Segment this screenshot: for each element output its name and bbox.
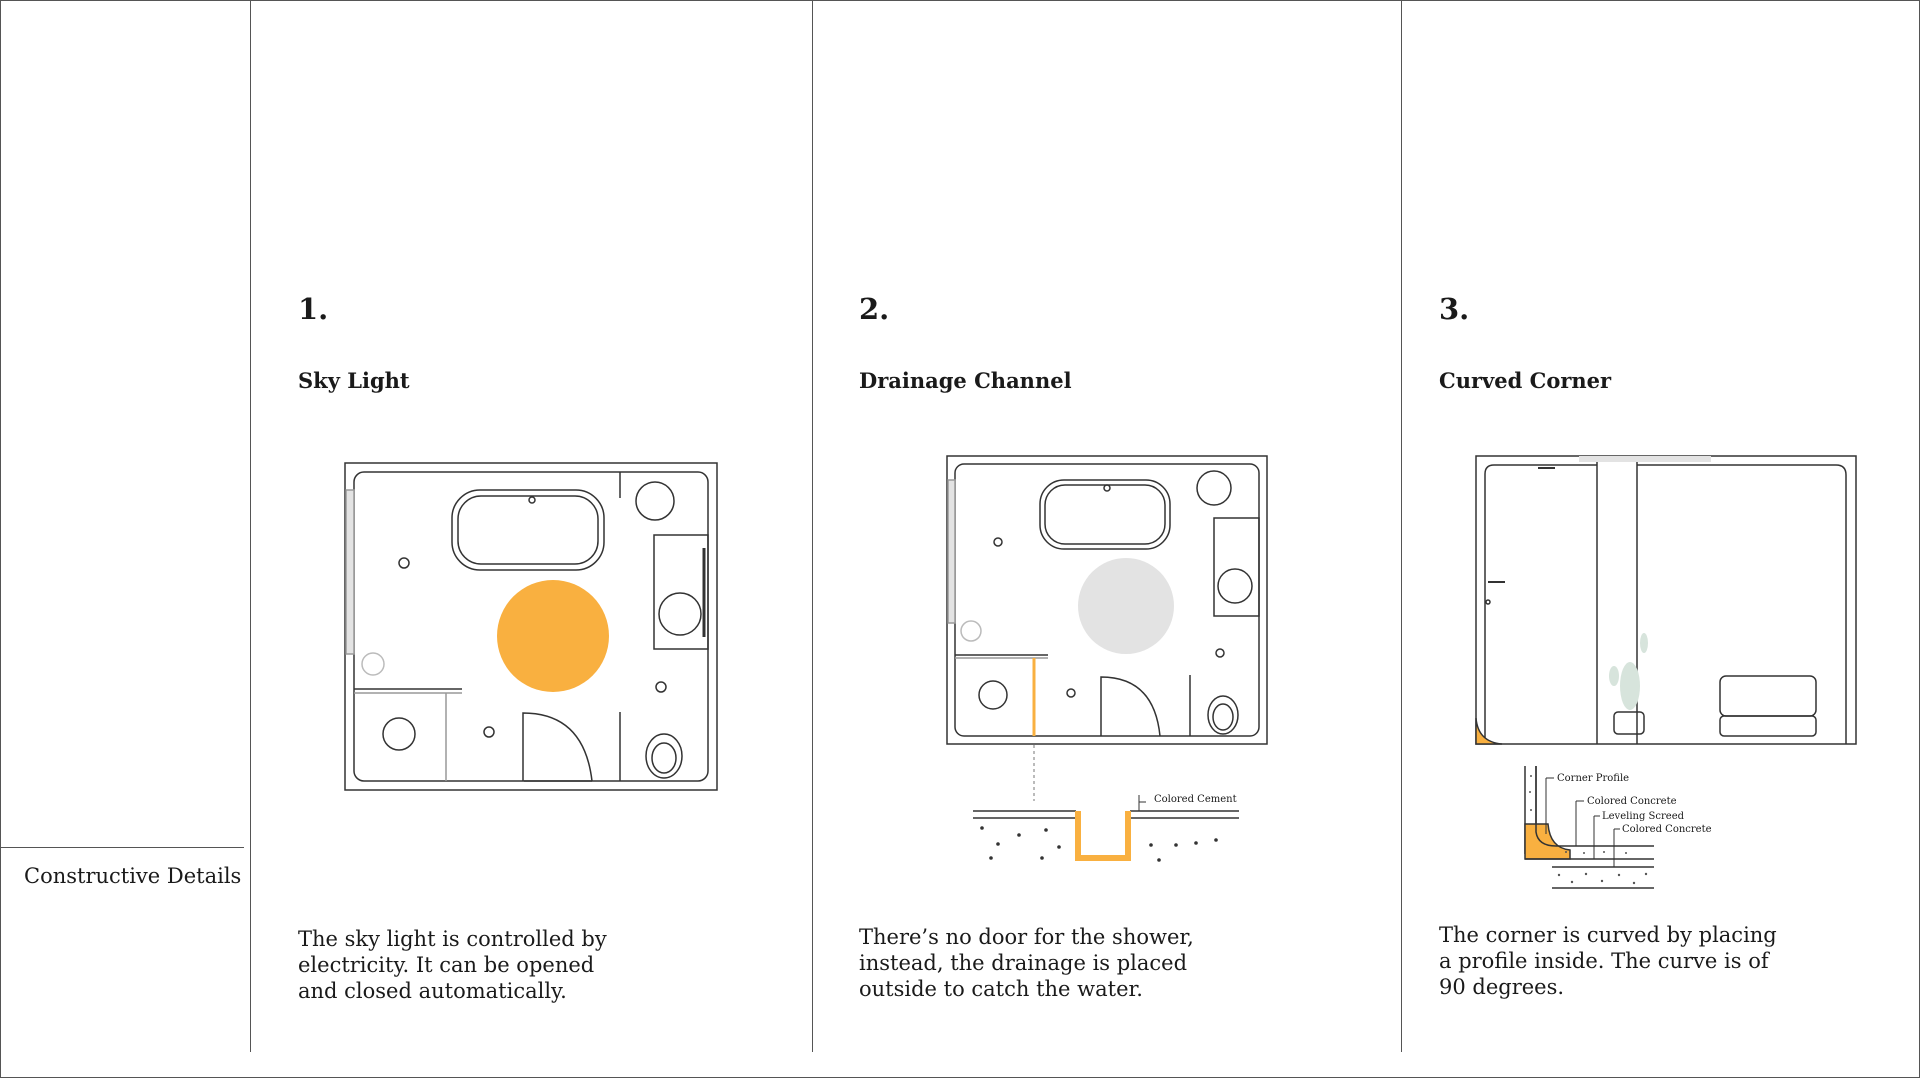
sky-light-circle [497,580,609,692]
shower-knob-icon [1485,599,1491,605]
detail-description-3: The corner is curved by placing a profil… [1439,922,1777,1000]
detail-number-1: 1. [298,292,329,326]
light-point-icon [993,537,1003,547]
callout-colored-concrete: Colored Concrete [1587,796,1677,807]
plant-pot-icon [1613,711,1645,735]
curved-corner-elevation: Corner Profile Colored Concrete Leveling… [1475,455,1857,889]
light-point-icon [398,557,410,569]
description-line: The sky light is controlled by [298,927,607,951]
sidebar-divider [0,847,244,848]
door-swing-icon [1100,676,1161,737]
detail-title-curved-corner: Curved Corner [1439,368,1612,393]
sink-icon [658,592,702,636]
door-swing-icon [522,712,593,782]
tap-icon [1103,484,1111,492]
callout-leveling-screed: Leveling Screed [1602,811,1685,822]
sky-light-circle [1078,558,1174,654]
shower-drain-icon [978,680,1008,710]
bathtub-icon [451,489,605,571]
plan-window [345,489,355,655]
description-line: outside to catch the water. [859,977,1143,1001]
toilet-inner [651,742,677,774]
light-point-icon-2 [483,726,495,738]
description-line: There’s no door for the shower, [859,925,1194,949]
curved-corner-highlight [1475,717,1503,745]
description-line: electricity. It can be opened [298,953,595,977]
plant-icon [361,652,385,676]
bathtub-inner [457,495,599,565]
description-line: instead, the drainage is placed [859,951,1188,975]
sky-light-floor-plan [344,462,718,791]
callout-colored-concrete-2: Colored Concrete [1622,824,1712,835]
plant-icon [960,620,982,642]
section-label: Constructive Details [24,864,242,888]
corner-profile-section [1524,823,1571,860]
detail-number-2: 2. [859,292,890,326]
round-fixture-icon [635,481,675,521]
description-line: and closed automatically. [298,979,567,1003]
callout-colored-cement: Colored Cement [1154,794,1237,805]
light-point-icon-3 [655,681,667,693]
light-point-icon-2 [1215,648,1225,658]
sink-icon [1217,568,1253,604]
counter-icon [653,534,709,650]
bathtub-inner [1044,484,1166,545]
detail-description-1: The sky light is controlled by electrici… [298,926,628,1004]
tap-icon [528,496,536,504]
toilet-inner [1212,703,1234,731]
shower-drain-icon [382,717,416,751]
detail-title-drainage-channel: Drainage Channel [859,368,1072,393]
elevation-outer-wall [1475,455,1857,745]
column-divider-1 [250,0,251,1052]
description-line: a profile inside. The curve is of [1439,949,1769,973]
description-line: The corner is curved by placing [1439,923,1777,947]
plan-window [947,479,956,624]
light-point-icon-3 [1066,688,1076,698]
drainage-floor-plan: Colored Cement [946,455,1268,862]
counter-icon [1213,517,1260,617]
bench-icon [1719,675,1817,717]
detail-title-sky-light: Sky Light [298,368,410,393]
shower-inner-wall [1484,464,1597,744]
column-divider-2 [812,0,813,1052]
room-inner-wall [1637,464,1847,744]
callout-corner-profile: Corner Profile [1557,773,1629,784]
detail-description-2: There’s no door for the shower, instead,… [859,924,1194,1002]
detail-number-3: 3. [1439,292,1470,326]
drainage-channel-section [1075,811,1131,861]
bench-base-icon [1719,715,1817,737]
round-fixture-icon [1196,470,1232,506]
description-line: 90 degrees. [1439,975,1565,999]
column-divider-3 [1401,0,1402,1052]
plant-icon [1609,633,1648,710]
sky-light-opening [1579,456,1711,462]
